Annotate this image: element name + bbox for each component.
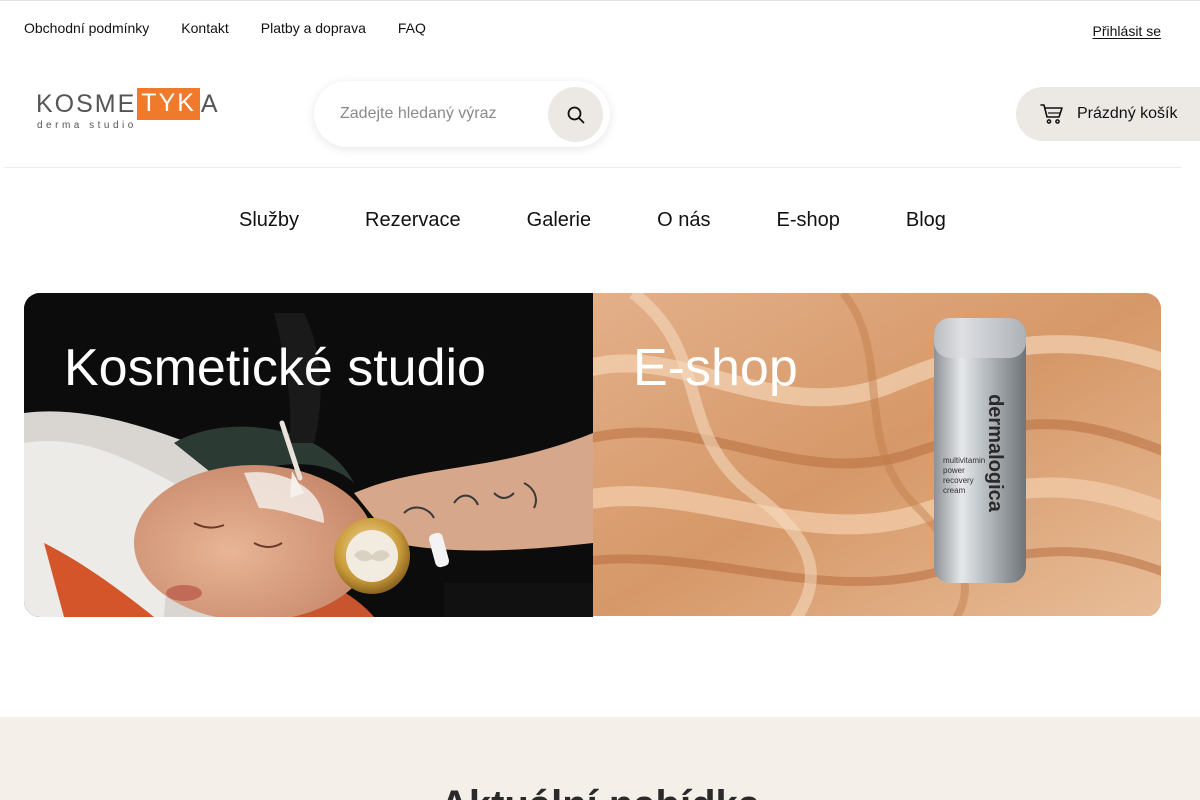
search-bar <box>314 81 610 147</box>
utility-link-terms[interactable]: Obchodní podmínky <box>24 20 149 36</box>
cart-button[interactable]: Prázdný košík <box>1016 87 1200 141</box>
main-nav: Služby Rezervace Galerie O nás E-shop Bl… <box>239 209 946 232</box>
nav-item-about[interactable]: O nás <box>657 209 710 232</box>
search-input[interactable] <box>340 101 540 127</box>
nav-item-blog[interactable]: Blog <box>906 209 946 232</box>
hero-tiles: Kosmetické studio dermalogica multivitam… <box>24 293 1161 617</box>
cart-icon <box>1040 104 1063 124</box>
logo-text-end: A <box>200 89 220 118</box>
header-divider <box>4 167 1181 168</box>
login-link[interactable]: Přihlásit se <box>1093 23 1161 39</box>
nav-item-gallery[interactable]: Galerie <box>527 209 591 232</box>
cart-label: Prázdný košík <box>1077 105 1178 122</box>
logo-text-start: KOSME <box>36 89 137 118</box>
top-border <box>0 0 1200 1</box>
search-button[interactable] <box>548 87 603 142</box>
nav-item-booking[interactable]: Rezervace <box>365 209 461 232</box>
tile-title-studio: Kosmetické studio <box>64 339 486 397</box>
bottle-brand-text: dermalogica <box>984 394 1006 513</box>
site-logo[interactable]: KOSME TYK A derma studio <box>36 87 218 138</box>
utility-link-payment-shipping[interactable]: Platby a doprava <box>261 20 366 36</box>
tile-cosmetic-studio[interactable]: Kosmetické studio <box>24 293 593 617</box>
tile-title-eshop: E-shop <box>633 339 798 397</box>
search-icon <box>567 106 584 123</box>
logo-accent-box: TYK <box>137 87 200 121</box>
utility-link-contact[interactable]: Kontakt <box>181 20 228 36</box>
logo-subtitle: derma studio <box>37 120 137 131</box>
section-heading: Aktuální nabídka <box>0 783 1200 800</box>
utility-nav: Obchodní podmínky Kontakt Platby a dopra… <box>24 20 426 36</box>
utility-link-faq[interactable]: FAQ <box>398 20 426 36</box>
tile-eshop[interactable]: dermalogica multivitamin power recovery … <box>593 293 1161 616</box>
nav-item-services[interactable]: Služby <box>239 209 299 232</box>
nav-item-eshop[interactable]: E-shop <box>776 209 839 232</box>
